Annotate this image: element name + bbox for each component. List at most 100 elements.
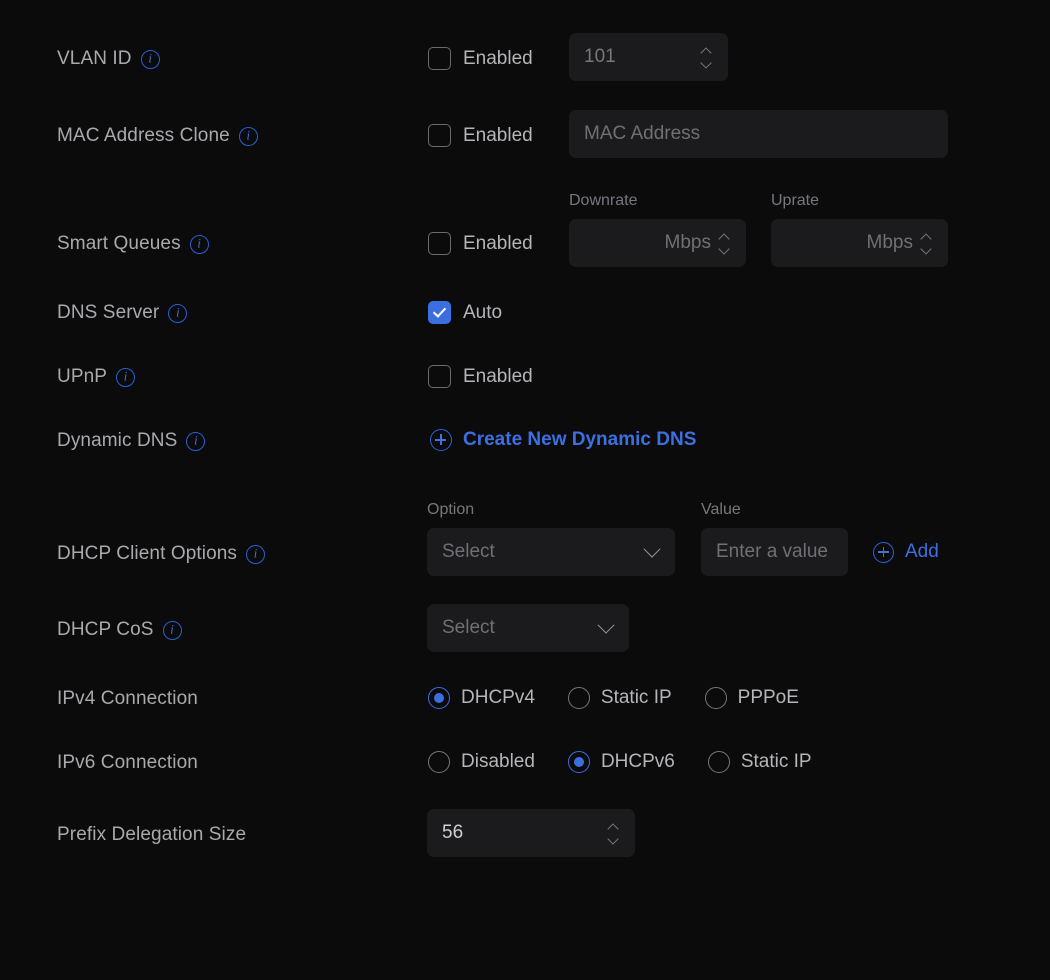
checkbox-box	[428, 47, 451, 70]
value-sublabel: Value	[701, 501, 741, 518]
plus-circle-icon	[873, 541, 894, 563]
ipv4-connection-label-text: IPv4 Connection	[57, 688, 198, 709]
uprate-input[interactable]: Mbps	[771, 219, 948, 267]
prefix-delegation-size-input[interactable]: 56	[427, 809, 635, 857]
info-icon[interactable]: i	[116, 367, 136, 387]
prefix-delegation-size-label-text: Prefix Delegation Size	[57, 824, 247, 845]
add-dhcp-option-button[interactable]: Add	[873, 541, 939, 563]
checkbox-label: Enabled	[463, 365, 533, 387]
radio-label: Static IP	[600, 687, 672, 708]
ipv4-option-static-ip[interactable]: Static IP	[567, 687, 672, 709]
checkbox-label: Auto	[463, 301, 503, 323]
dhcp-cos-value: Select	[442, 617, 495, 638]
smart-queues-label-text: Smart Queues	[57, 233, 181, 254]
ipv4-connection-radio-group: DHCPv4 Static IP PPPoE	[428, 687, 799, 709]
prefix-delegation-size-value: 56	[442, 822, 464, 843]
radio-circle	[567, 687, 590, 709]
info-icon[interactable]: i	[246, 544, 266, 564]
dhcp-client-options-label-text: DHCP Client Options	[57, 543, 238, 564]
ipv4-option-dhcpv4[interactable]: DHCPv4	[428, 687, 535, 709]
create-new-dynamic-dns-label: Create New Dynamic DNS	[463, 429, 697, 450]
dns-server-auto-checkbox[interactable]: Auto	[428, 301, 502, 324]
dns-server-label-text: DNS Server	[57, 302, 160, 323]
checkbox-label: Enabled	[463, 124, 533, 146]
chevron-up-icon	[719, 234, 730, 240]
add-label: Add	[905, 541, 939, 562]
ipv6-option-disabled[interactable]: Disabled	[428, 751, 535, 773]
info-icon[interactable]: i	[140, 49, 160, 69]
chevron-down-icon	[608, 837, 619, 843]
dynamic-dns-label: Dynamic DNS i	[57, 430, 206, 452]
chevron-down-icon	[921, 247, 932, 253]
vlan-id-label: VLAN ID i	[57, 48, 160, 70]
downrate-sublabel: Downrate	[569, 192, 638, 209]
dhcp-option-value: Select	[442, 541, 495, 562]
downrate-placeholder: Mbps	[664, 232, 711, 253]
dhcp-option-select[interactable]: Select	[427, 528, 675, 576]
plus-circle-icon	[430, 429, 452, 451]
ipv4-option-pppoe[interactable]: PPPoE	[704, 687, 799, 709]
info-icon[interactable]: i	[186, 431, 206, 451]
uprate-stepper[interactable]	[913, 234, 939, 253]
ipv4-connection-label: IPv4 Connection	[57, 688, 198, 710]
uprate-sublabel: Uprate	[771, 192, 820, 209]
ipv6-option-static-ip[interactable]: Static IP	[707, 751, 812, 773]
mac-address-clone-enabled-checkbox[interactable]: Enabled	[428, 124, 533, 147]
vlan-id-label-text: VLAN ID	[57, 48, 132, 69]
info-icon[interactable]: i	[168, 303, 188, 323]
radio-label: Static IP	[740, 751, 812, 772]
info-icon[interactable]: i	[189, 234, 209, 254]
upnp-enabled-checkbox[interactable]: Enabled	[428, 365, 533, 388]
radio-circle	[707, 751, 730, 773]
prefix-delegation-size-stepper[interactable]	[600, 824, 626, 843]
create-new-dynamic-dns-button[interactable]: Create New Dynamic DNS	[430, 429, 696, 451]
chevron-down-icon[interactable]	[593, 616, 619, 634]
checkbox-box	[428, 124, 451, 147]
vlan-id-stepper[interactable]	[693, 48, 719, 67]
checkbox-box	[428, 232, 451, 255]
checkbox-label: Enabled	[463, 47, 533, 69]
chevron-down-icon[interactable]	[639, 540, 665, 558]
dhcp-cos-label: DHCP CoS i	[57, 619, 182, 641]
info-icon[interactable]: i	[162, 620, 182, 640]
checkbox-box	[428, 301, 451, 324]
checkbox-box	[428, 365, 451, 388]
dhcp-cos-select[interactable]: Select	[427, 604, 629, 652]
mac-address-input[interactable]: MAC Address	[569, 110, 948, 158]
radio-circle	[567, 751, 590, 773]
radio-label: DHCPv4	[461, 687, 535, 708]
ipv6-option-dhcpv6[interactable]: DHCPv6	[567, 751, 675, 773]
mac-address-placeholder: MAC Address	[584, 123, 701, 144]
prefix-delegation-size-label: Prefix Delegation Size	[57, 824, 246, 846]
radio-circle	[704, 687, 727, 709]
radio-label: DHCPv6	[600, 751, 675, 772]
chevron-up-icon	[701, 48, 712, 54]
ipv6-connection-radio-group: Disabled DHCPv6 Static IP	[428, 751, 812, 773]
chevron-down-icon	[701, 61, 712, 67]
chevron-down-icon	[719, 247, 730, 253]
smart-queues-enabled-checkbox[interactable]: Enabled	[428, 232, 533, 255]
mac-address-clone-label: MAC Address Clone i	[57, 125, 258, 147]
vlan-id-enabled-checkbox[interactable]: Enabled	[428, 47, 533, 70]
upnp-label: UPnP i	[57, 366, 136, 388]
chevron-up-icon	[608, 824, 619, 830]
smart-queues-label: Smart Queues i	[57, 233, 209, 255]
dhcp-value-placeholder: Enter a value	[716, 541, 828, 562]
dhcp-client-options-label: DHCP Client Options i	[57, 543, 266, 565]
ipv6-connection-label: IPv6 Connection	[57, 752, 198, 774]
dhcp-value-input[interactable]: Enter a value	[701, 528, 848, 576]
option-sublabel: Option	[427, 501, 475, 518]
downrate-input[interactable]: Mbps	[569, 219, 746, 267]
radio-circle	[428, 687, 450, 709]
upnp-label-text: UPnP	[57, 366, 108, 387]
chevron-up-icon	[921, 234, 932, 240]
radio-label: PPPoE	[737, 687, 799, 708]
vlan-id-input[interactable]: 101	[569, 33, 728, 81]
checkbox-label: Enabled	[463, 232, 533, 254]
downrate-stepper[interactable]	[711, 234, 737, 253]
vlan-id-value: 101	[584, 46, 616, 67]
radio-label: Disabled	[461, 751, 535, 772]
uprate-placeholder: Mbps	[866, 232, 913, 253]
mac-address-clone-label-text: MAC Address Clone	[57, 125, 230, 146]
info-icon[interactable]: i	[238, 126, 258, 146]
